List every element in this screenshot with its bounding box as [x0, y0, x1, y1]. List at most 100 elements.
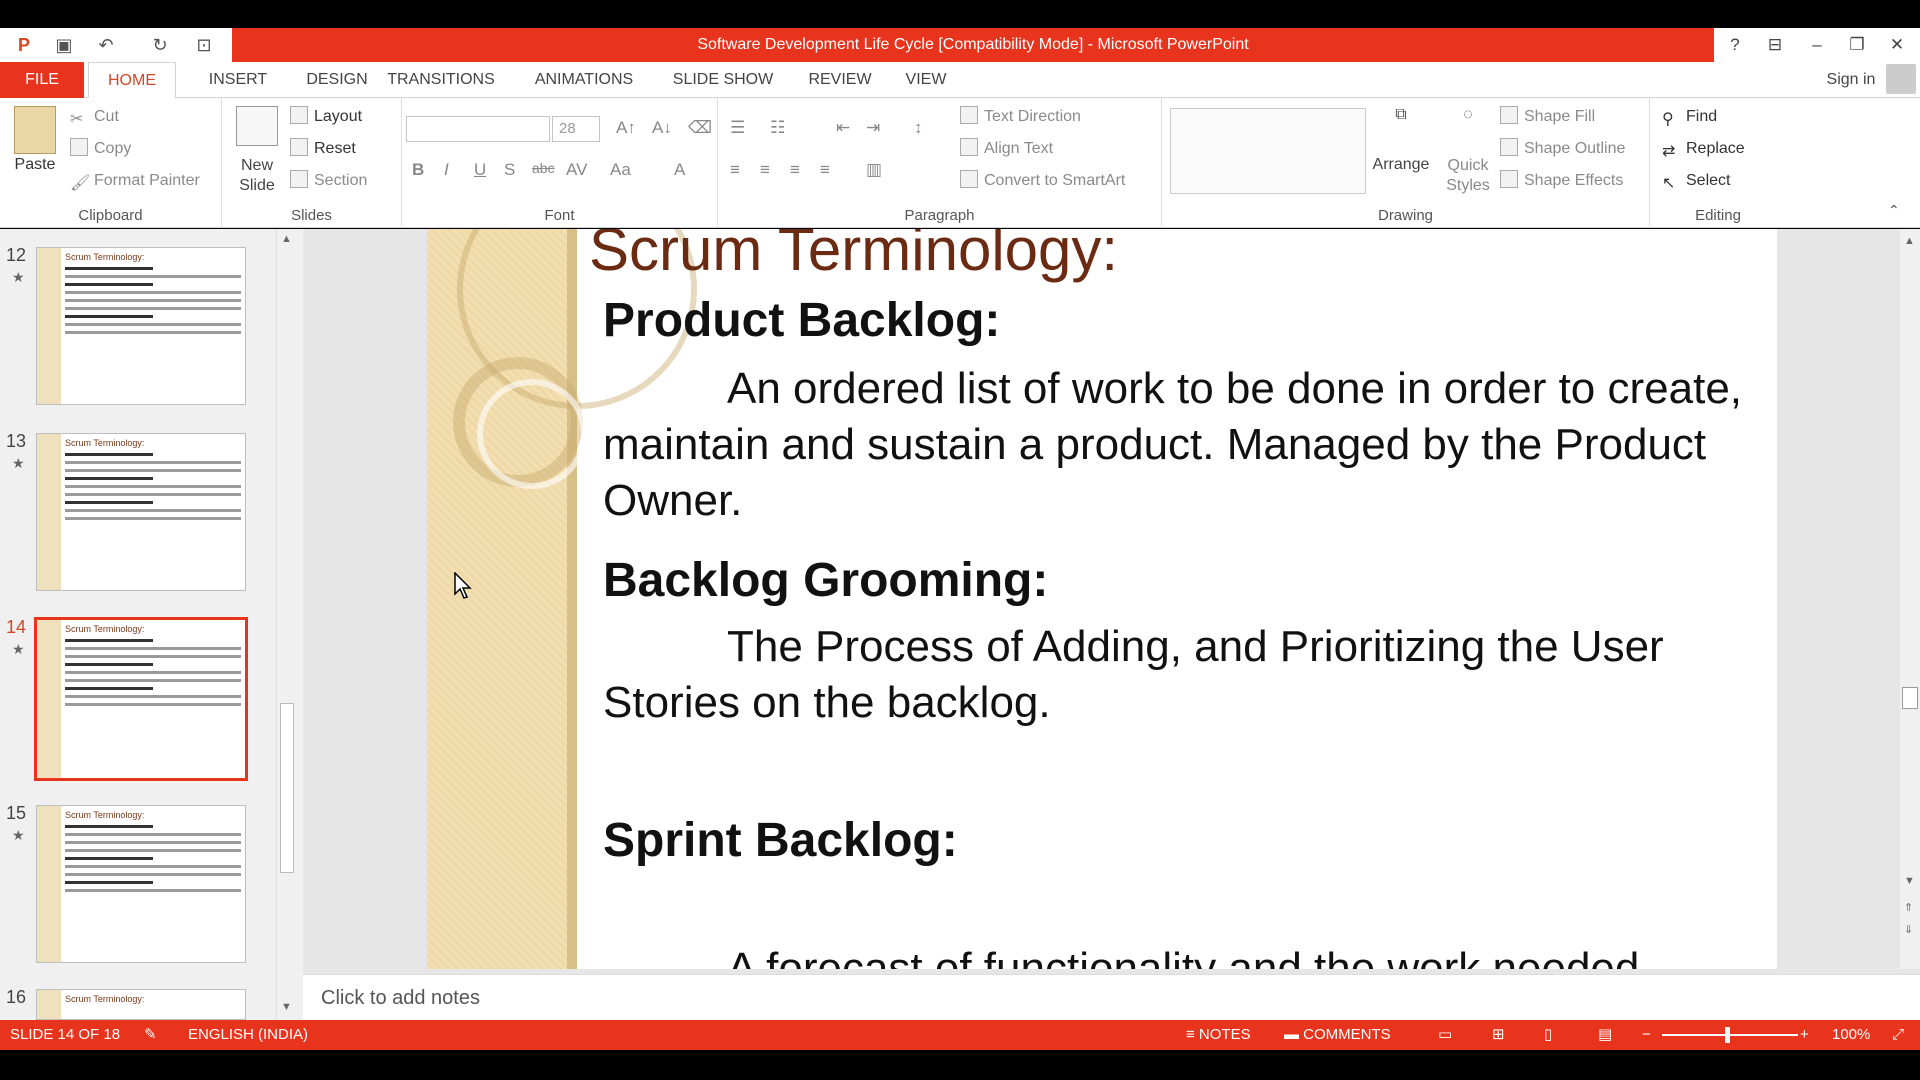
section-body[interactable]: An ordered list of work to be done in or… — [603, 361, 1763, 529]
previous-slide-icon[interactable]: ⇑ — [1904, 901, 1913, 914]
collapse-ribbon-icon[interactable]: ⌃ — [1888, 202, 1900, 219]
undo-icon[interactable]: ↶ — [94, 33, 118, 57]
sign-in-link[interactable]: Sign in — [1814, 62, 1888, 98]
scroll-down-icon[interactable]: ▼ — [1904, 875, 1915, 887]
reset-button[interactable]: Reset — [290, 136, 356, 162]
zoom-slider[interactable] — [1662, 1034, 1798, 1036]
tab-animations[interactable]: ANIMATIONS — [520, 62, 648, 98]
convert-smartart-button[interactable]: Convert to SmartArt — [960, 168, 1125, 194]
section-body[interactable]: A forecast of functionality and the work… — [603, 941, 1763, 969]
character-spacing-button[interactable]: AV — [566, 160, 587, 180]
tab-transitions[interactable]: TRANSITIONS — [380, 62, 502, 98]
shape-outline-button[interactable]: Shape Outline — [1500, 136, 1625, 162]
slide-thumbnail[interactable]: Scrum Terminology: — [36, 247, 246, 405]
align-center-icon[interactable]: ≡ — [760, 160, 770, 180]
layout-button[interactable]: Layout — [290, 104, 362, 130]
quick-styles-button[interactable]: Quick Styles — [1438, 156, 1498, 196]
slide-thumbnail-selected[interactable]: Scrum Terminology: — [34, 617, 248, 781]
bullets-icon[interactable]: ☰ — [730, 118, 745, 138]
user-avatar-icon[interactable] — [1886, 64, 1916, 94]
tab-design[interactable]: DESIGN — [282, 62, 392, 98]
grow-font-icon[interactable]: A↑ — [616, 118, 636, 138]
zoom-in-icon[interactable]: + — [1800, 1020, 1809, 1050]
restore-icon[interactable]: ❐ — [1842, 32, 1872, 58]
thumbnail-scrollbar[interactable]: ▲ ▼ — [276, 229, 296, 1020]
bold-button[interactable]: B — [412, 160, 424, 180]
font-color-button[interactable]: A — [674, 160, 685, 180]
copy-button[interactable]: Copy — [70, 136, 131, 162]
scroll-up-icon[interactable]: ▲ — [1904, 235, 1915, 247]
slide-show-icon[interactable]: ▤ — [1598, 1020, 1612, 1050]
language-indicator[interactable]: ENGLISH (INDIA) — [188, 1020, 308, 1050]
increase-indent-icon[interactable]: ⇥ — [866, 118, 880, 138]
scroll-down-icon[interactable]: ▼ — [281, 1001, 292, 1013]
slide-scrollbar[interactable]: ▲ ▼ ⇑ ⇓ — [1900, 229, 1920, 969]
zoom-slider-thumb[interactable] — [1725, 1027, 1730, 1043]
align-right-icon[interactable]: ≡ — [790, 160, 800, 180]
tab-insert[interactable]: INSERT — [190, 62, 286, 98]
save-icon[interactable]: ▣ — [52, 33, 76, 57]
slide-thumbnail[interactable]: Scrum Terminology: — [36, 805, 246, 963]
tab-view[interactable]: VIEW — [894, 62, 958, 98]
section-heading[interactable]: Product Backlog: — [603, 293, 1000, 348]
reading-view-icon[interactable]: ▯ — [1544, 1020, 1552, 1050]
section-body[interactable]: The Process of Adding, and Prioritizing … — [603, 619, 1763, 731]
find-button[interactable]: ⚲ Find — [1662, 104, 1717, 130]
align-left-icon[interactable]: ≡ — [730, 160, 740, 180]
shapes-gallery[interactable] — [1170, 108, 1366, 194]
minimize-icon[interactable]: – — [1802, 32, 1832, 58]
arrange-button[interactable]: Arrange — [1366, 156, 1436, 174]
cut-button[interactable]: ✂ Cut — [70, 104, 119, 130]
replace-button[interactable]: ⇄ Replace — [1662, 136, 1745, 162]
section-button[interactable]: Section — [290, 168, 367, 194]
format-painter-button[interactable]: 🖌 Format Painter — [70, 168, 200, 194]
decrease-indent-icon[interactable]: ⇤ — [836, 118, 850, 138]
italic-button[interactable]: I — [444, 160, 449, 180]
help-button[interactable]: ? — [1720, 32, 1750, 58]
comments-button[interactable]: ▬ COMMENTS — [1284, 1020, 1391, 1050]
slide-thumbnail[interactable]: Scrum Terminology: — [36, 433, 246, 591]
tab-home[interactable]: HOME — [88, 62, 176, 99]
tab-slide-show[interactable]: SLIDE SHOW — [664, 62, 782, 98]
section-heading[interactable]: Backlog Grooming: — [603, 553, 1048, 608]
zoom-level[interactable]: 100% — [1832, 1020, 1870, 1050]
repeat-icon[interactable]: ↻ — [148, 33, 172, 57]
underline-button[interactable]: U — [474, 160, 486, 180]
shape-effects-button[interactable]: Shape Effects — [1500, 168, 1623, 194]
scroll-thumb[interactable] — [280, 703, 294, 873]
fit-to-window-icon[interactable]: ⤢ — [1892, 1020, 1904, 1050]
tab-file[interactable]: FILE — [0, 62, 84, 98]
normal-view-icon[interactable]: ▭ — [1438, 1020, 1452, 1050]
tab-review[interactable]: REVIEW — [796, 62, 884, 98]
justify-icon[interactable]: ≡ — [820, 160, 830, 180]
line-spacing-icon[interactable]: ↕ — [914, 118, 923, 138]
paste-button[interactable]: Paste — [6, 156, 64, 174]
ribbon-display-options-icon[interactable]: ⊟ — [1760, 32, 1790, 58]
new-slide-button[interactable]: New Slide — [226, 156, 288, 196]
scroll-up-icon[interactable]: ▲ — [281, 233, 292, 245]
strikethrough-button[interactable]: abc — [532, 160, 555, 176]
notes-pane[interactable]: Click to add notes — [303, 974, 1920, 1020]
font-name-box[interactable] — [406, 116, 550, 142]
notes-button[interactable]: ≡ NOTES — [1186, 1020, 1251, 1050]
shrink-font-icon[interactable]: A↓ — [652, 118, 672, 138]
section-heading[interactable]: Sprint Backlog: — [603, 813, 958, 868]
spelling-check-icon[interactable]: ✎ — [144, 1020, 157, 1050]
change-case-button[interactable]: Aa — [610, 160, 631, 180]
text-shadow-button[interactable]: S — [504, 160, 515, 180]
select-button[interactable]: ↖ Select — [1662, 168, 1730, 194]
font-size-box[interactable]: 28 — [552, 116, 600, 142]
numbering-icon[interactable]: ☷ — [770, 118, 785, 138]
scroll-thumb[interactable] — [1902, 687, 1918, 709]
slide-sorter-icon[interactable]: ⊞ — [1492, 1020, 1505, 1050]
clear-formatting-icon[interactable]: ⌫ — [688, 118, 712, 138]
next-slide-icon[interactable]: ⇓ — [1904, 923, 1913, 936]
text-direction-button[interactable]: Text Direction — [960, 104, 1081, 130]
zoom-out-icon[interactable]: − — [1642, 1020, 1651, 1050]
slide-thumbnail[interactable]: Scrum Terminology: — [36, 989, 246, 1020]
slide-title[interactable]: Scrum Terminology: — [589, 229, 1118, 284]
shape-fill-button[interactable]: Shape Fill — [1500, 104, 1595, 130]
start-from-beginning-icon[interactable]: ⊡ — [192, 33, 216, 57]
columns-icon[interactable]: ▥ — [866, 160, 882, 180]
align-text-button[interactable]: Align Text — [960, 136, 1053, 162]
